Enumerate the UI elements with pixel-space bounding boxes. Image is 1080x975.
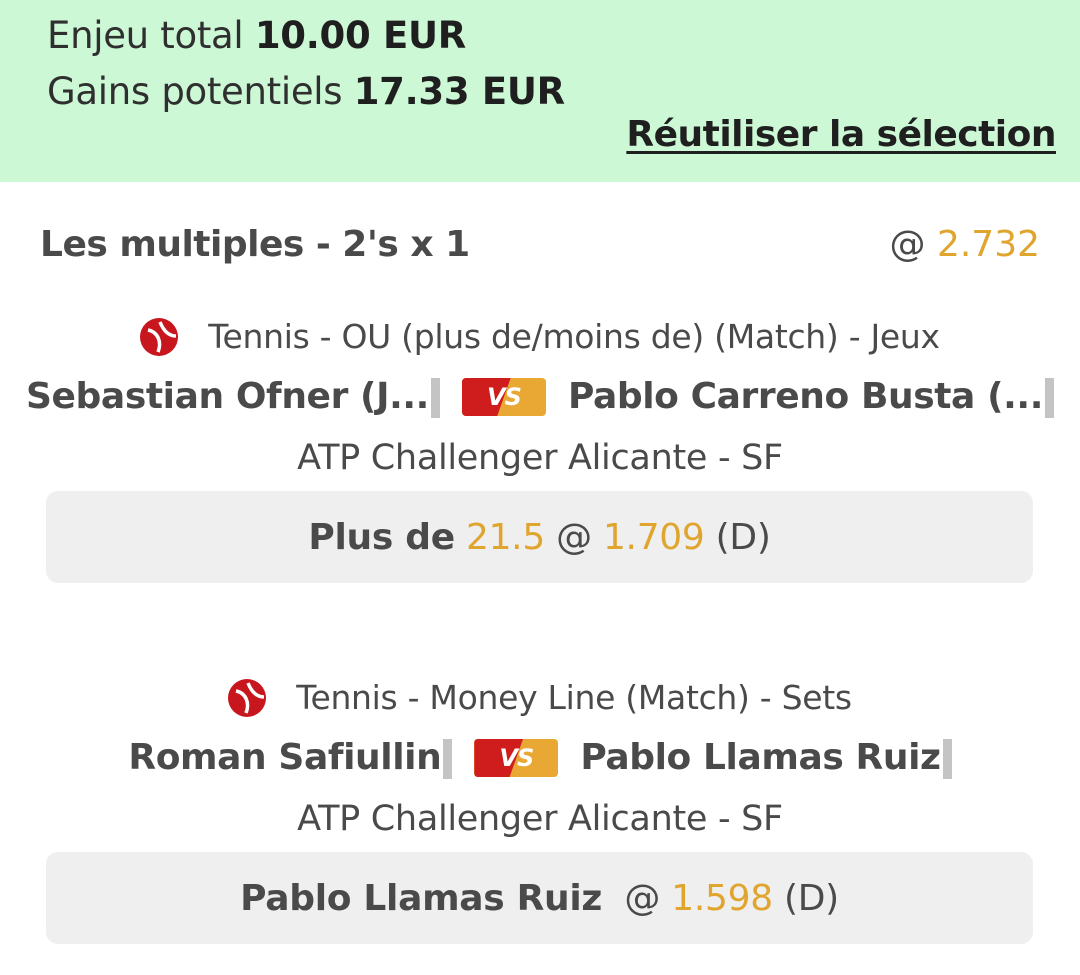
tennis-ball-icon — [228, 678, 267, 717]
event-market-row: Tennis - Money Line (Match) - Sets — [0, 678, 1080, 717]
away-player: Pablo Llamas Ruiz — [580, 737, 952, 779]
total-stake-label: Enjeu total — [47, 14, 244, 57]
away-player: Pablo Carreno Busta (... — [568, 376, 1054, 418]
multiples-odds: @ 2.732 — [889, 224, 1040, 265]
selection-at-symbol: @ — [624, 877, 661, 919]
home-player: Roman Safiullin — [128, 737, 453, 779]
event-market-label: Tennis - OU (plus de/moins de) (Match) -… — [208, 317, 940, 356]
tournament-label: ATP Challenger Alicante - SF — [297, 438, 783, 478]
selection-suffix: (D) — [715, 516, 771, 558]
versus-badge: VS — [461, 378, 546, 416]
selection-odds: 1.709 — [602, 516, 705, 558]
selection-label: Pablo Llamas Ruiz — [240, 877, 603, 919]
tournament-label: ATP Challenger Alicante - SF — [297, 799, 783, 839]
event-market-label: Tennis - Money Line (Match) - Sets — [296, 678, 852, 717]
tennis-ball-icon — [140, 317, 179, 356]
matchup-row: Sebastian Ofner (J... VS Pablo Carreno B… — [0, 376, 1080, 418]
reuse-selection-link[interactable]: Réutiliser la sélection — [626, 114, 1056, 155]
selection-at-symbol: @ — [556, 516, 592, 558]
potential-gains-label: Gains potentiels — [47, 70, 343, 113]
potential-gains-value: 17.33 EUR — [353, 70, 565, 113]
selection-odds: 1.598 — [671, 877, 773, 919]
total-stake-value: 10.00 EUR — [254, 14, 466, 57]
selection-box: Pablo Llamas Ruiz @ 1.598 (D) — [46, 852, 1033, 944]
multiples-title: Les multiples - 2's x 1 — [40, 224, 470, 265]
bet-summary-panel: Enjeu total 10.00 EUR Gains potentiels 1… — [0, 0, 1080, 182]
multiples-odds-value: 2.732 — [936, 224, 1040, 265]
multiples-at-symbol: @ — [889, 224, 926, 265]
selection-line: 21.5 — [465, 516, 545, 558]
total-stake-line: Enjeu total 10.00 EUR — [47, 14, 466, 57]
selection-suffix: (D) — [783, 877, 839, 919]
versus-badge: VS — [474, 739, 559, 777]
potential-gains-line: Gains potentiels 17.33 EUR — [47, 70, 565, 113]
matchup-row: Roman Safiullin VS Pablo Llamas Ruiz — [0, 737, 1080, 779]
selection-label: Plus de — [308, 516, 455, 558]
event-market-row: Tennis - OU (plus de/moins de) (Match) -… — [0, 317, 1080, 356]
home-player: Sebastian Ofner (J... — [26, 376, 440, 418]
selection-box: Plus de 21.5 @ 1.709 (D) — [46, 491, 1033, 583]
